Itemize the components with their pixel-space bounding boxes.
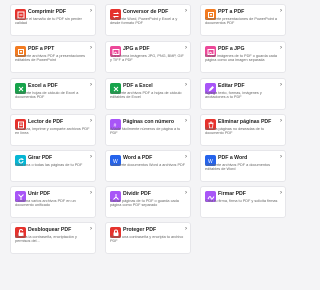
- tool-title: Proteger PDF: [123, 227, 157, 233]
- tool-description: Extrae páginas de tu PDF o guarda cada p…: [110, 199, 179, 208]
- tool-title: Comprimir PDF: [28, 9, 67, 15]
- tool-title: Lector de PDF: [28, 119, 64, 125]
- chevron-right-icon: ›: [90, 45, 92, 51]
- chevron-right-icon: ›: [185, 82, 187, 88]
- tool-description: Convierte hojas de cálculo de Excel a do…: [15, 91, 79, 100]
- chevron-right-icon: ›: [185, 190, 187, 196]
- tool-card-excel[interactable]: Excel a PDF Convierte hojas de cálculo de…: [10, 78, 96, 110]
- tool-description: Transforma imágenes JPG, PNG, BMP, GIF y…: [110, 54, 184, 63]
- chevron-right-icon: ›: [90, 118, 92, 124]
- tool-card-ppt[interactable]: PDF a PPT Convierte archivos PDF a presen…: [10, 41, 96, 73]
- tool-title: Girar PDF: [28, 155, 53, 161]
- tool-title: Dividir PDF: [123, 191, 151, 197]
- tool-title: PDF a JPG: [218, 46, 245, 52]
- tool-card-reader[interactable]: Lector de PDF Visualiza, imprime y compar…: [10, 114, 96, 146]
- tool-card-excel[interactable]: PDF a Excel Convierte archivos PDF a hoja…: [105, 78, 191, 110]
- tool-description: Elimina la contraseña, encriptación y pe…: [15, 235, 77, 244]
- chevron-right-icon: ›: [185, 45, 187, 51]
- tool-card-ppt[interactable]: PPT a PDF Convierte presentaciones de Pow…: [200, 4, 286, 36]
- chevron-right-icon: ›: [185, 154, 187, 160]
- tool-card-convert[interactable]: Conversor de PDF Convierte Word, PowerPoi…: [105, 4, 191, 36]
- chevron-right-icon: ›: [90, 226, 92, 232]
- tool-description: Convierte archivos PDF a presentaciones …: [15, 54, 86, 63]
- tool-card-split[interactable]: Dividir PDF Extrae páginas de tu PDF o gu…: [105, 186, 191, 218]
- tool-card-edit[interactable]: Editar PDF Agrega texto, formas, imágenes…: [200, 78, 286, 110]
- tool-card-word[interactable]: W Word a PDF Convierte documentos Word a a…: [105, 150, 191, 182]
- tool-title: PDF a Excel: [123, 83, 153, 89]
- tool-title: Firmar PDF: [218, 191, 246, 197]
- tool-description: Convierte documentos Word a archivos PDF: [110, 163, 186, 167]
- tool-description: Convierte archivos PDF a hojas de cálcul…: [110, 91, 182, 100]
- chevron-right-icon: ›: [280, 154, 282, 160]
- tool-description: Elimina páginas no deseadas de tu docume…: [205, 127, 265, 136]
- chevron-right-icon: ›: [90, 82, 92, 88]
- tool-card-image[interactable]: PDF a JPG Extrae imágenes de tu PDF o gua…: [200, 41, 286, 73]
- tool-title: PDF a PPT: [28, 46, 55, 52]
- tool-description: Convierte archivos PDF a documentos edit…: [205, 163, 270, 172]
- tool-description: Añade una contraseña y encripta tu archi…: [110, 235, 184, 244]
- chevron-right-icon: ›: [90, 154, 92, 160]
- tool-description: Rota una o todas las páginas de tu PDF: [15, 163, 83, 167]
- tool-card-image[interactable]: JPG a PDF Transforma imágenes JPG, PNG, B…: [105, 41, 191, 73]
- tool-title: Páginas con número: [123, 119, 175, 125]
- chevron-right-icon: ›: [185, 8, 187, 14]
- tool-card-rotate[interactable]: Girar PDF Rota una o todas las páginas de…: [10, 150, 96, 182]
- tool-description: Extrae imágenes de tu PDF o guarda cada …: [205, 54, 277, 63]
- tool-title: Excel a PDF: [28, 83, 58, 89]
- chevron-right-icon: ›: [185, 118, 187, 124]
- tool-title: PDF a Word: [218, 155, 248, 161]
- chevron-right-icon: ›: [280, 190, 282, 196]
- tool-card-unlock[interactable]: Desbloquear PDF Elimina la contraseña, en…: [10, 222, 96, 254]
- tool-card-number[interactable]: # Páginas con número Añade fácilmente núme…: [105, 114, 191, 146]
- chevron-right-icon: ›: [90, 8, 92, 14]
- tool-description: Convierte presentaciones de PowerPoint a…: [205, 17, 277, 26]
- tool-card-compress[interactable]: Comprimir PDF Reduce el tamaño de tu PDF …: [10, 4, 96, 36]
- chevron-right-icon: ›: [90, 190, 92, 196]
- tool-card-sign[interactable]: Firmar PDF Crea tu firma, firma tu PDF y …: [200, 186, 286, 218]
- chevron-right-icon: ›: [185, 226, 187, 232]
- tool-card-word[interactable]: W PDF a Word Convierte archivos PDF a docu…: [200, 150, 286, 182]
- tool-title: JPG a PDF: [123, 46, 150, 52]
- chevron-right-icon: ›: [280, 45, 282, 51]
- tool-description: Visualiza, imprime y comparte archivos P…: [15, 127, 90, 136]
- tools-grid: Comprimir PDF Reduce el tamaño de tu PDF …: [0, 0, 300, 290]
- tool-title: Unir PDF: [28, 191, 51, 197]
- tool-description: Combina varios archivos PDF en un docume…: [15, 199, 76, 208]
- tool-title: Word a PDF: [123, 155, 153, 161]
- tool-card-delete[interactable]: Eliminar páginas PDF Elimina páginas no d…: [200, 114, 286, 146]
- tool-title: PPT a PDF: [218, 9, 245, 15]
- tool-card-lock[interactable]: Proteger PDF Añade una contraseña y encri…: [105, 222, 191, 254]
- chevron-right-icon: ›: [280, 118, 282, 124]
- chevron-right-icon: ›: [280, 8, 282, 14]
- tool-description: Agrega texto, formas, imágenes y anotaci…: [205, 91, 262, 100]
- tool-title: Editar PDF: [218, 83, 245, 89]
- tool-title: Conversor de PDF: [123, 9, 169, 15]
- chevron-right-icon: ›: [280, 82, 282, 88]
- tool-card-merge[interactable]: Unir PDF Combina varios archivos PDF en u…: [10, 186, 96, 218]
- tool-title: Desbloquear PDF: [28, 227, 72, 233]
- tool-description: Convierte Word, PowerPoint y Excel a y d…: [110, 17, 178, 26]
- tool-title: Eliminar páginas PDF: [218, 119, 272, 125]
- tool-description: Crea tu firma, firma tu PDF y solicita f…: [205, 199, 278, 203]
- tool-description: Añade fácilmente números de página a tu …: [110, 127, 181, 136]
- tool-description: Reduce el tamaño de tu PDF sin perder ca…: [15, 17, 82, 26]
